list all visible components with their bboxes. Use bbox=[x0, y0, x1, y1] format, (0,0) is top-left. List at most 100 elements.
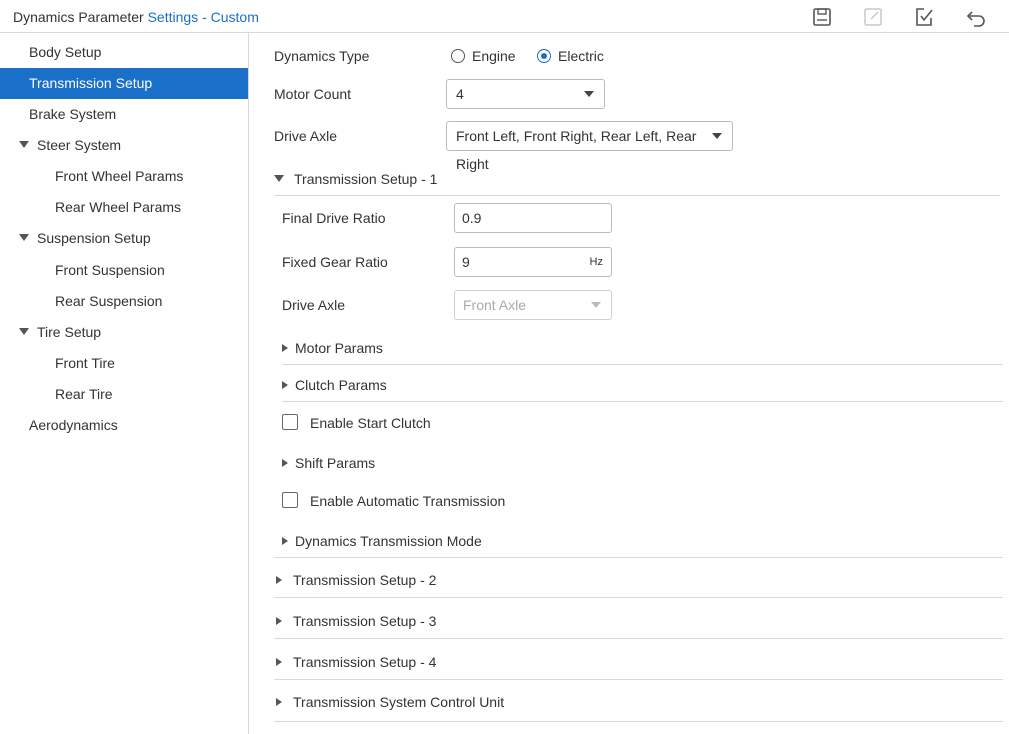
divider bbox=[274, 597, 1003, 598]
fixed-gear-ratio-label: Fixed Gear Ratio bbox=[282, 254, 388, 270]
motor-params-header[interactable]: Motor Params bbox=[282, 340, 383, 356]
dynamics-transmission-mode-header[interactable]: Dynamics Transmission Mode bbox=[282, 533, 482, 549]
transmission-setup-2-header[interactable]: Transmission Setup - 2 bbox=[276, 572, 436, 588]
edit-icon bbox=[864, 8, 882, 26]
chevron-down-icon[interactable] bbox=[274, 174, 284, 182]
sidebar-item-label: Front Wheel Params bbox=[55, 168, 184, 184]
window-title-suffix: Settings - Custom bbox=[147, 9, 259, 25]
electric-radio-label[interactable]: Electric bbox=[558, 48, 604, 64]
chevron-down-icon bbox=[584, 91, 594, 97]
sidebar-item-steer-system[interactable]: Steer System bbox=[0, 130, 248, 161]
sidebar-item-label: Rear Tire bbox=[55, 386, 113, 402]
shift-params-header[interactable]: Shift Params bbox=[282, 455, 375, 471]
chevron-down-icon bbox=[591, 302, 601, 308]
section-title: Transmission Setup - 3 bbox=[293, 613, 437, 629]
drive-axle-label: Drive Axle bbox=[274, 128, 338, 144]
sidebar-item-tire-setup[interactable]: Tire Setup bbox=[0, 317, 248, 348]
section-title: Dynamics Transmission Mode bbox=[295, 533, 482, 549]
unit-label: Hz bbox=[589, 256, 603, 268]
final-drive-ratio-value: 0.9 bbox=[462, 210, 482, 226]
sidebar-item-label: Front Suspension bbox=[55, 262, 165, 278]
section-title: Clutch Params bbox=[295, 377, 387, 393]
chevron-down-icon bbox=[712, 133, 722, 139]
section-title: Motor Params bbox=[295, 340, 383, 356]
sidebar-item-label: Aerodynamics bbox=[29, 417, 118, 433]
sidebar-item-label: Rear Wheel Params bbox=[55, 199, 182, 215]
window-title-prefix: Dynamics Parameter bbox=[13, 9, 144, 25]
fixed-gear-ratio-value: 9 bbox=[462, 254, 470, 270]
sidebar: Body Setup Transmission Setup Brake Syst… bbox=[0, 33, 249, 734]
undo-icon[interactable] bbox=[965, 6, 987, 28]
engine-radio-label[interactable]: Engine bbox=[472, 48, 516, 64]
sidebar-item-label: Body Setup bbox=[29, 44, 102, 60]
sidebar-item-label: Transmission Setup bbox=[29, 75, 153, 91]
setup1-drive-axle-select: Front Axle bbox=[454, 290, 612, 320]
section-title: Transmission Setup - 1 bbox=[294, 171, 438, 187]
sidebar-item-suspension-setup[interactable]: Suspension Setup bbox=[0, 223, 248, 254]
electric-radio[interactable] bbox=[537, 49, 551, 63]
clutch-params-header[interactable]: Clutch Params bbox=[282, 377, 387, 393]
fixed-gear-ratio-input[interactable]: 9 Hz bbox=[454, 247, 612, 277]
chevron-right-icon[interactable] bbox=[276, 658, 282, 667]
chevron-right-icon[interactable] bbox=[282, 537, 288, 546]
sidebar-item-rear-suspension[interactable]: Rear Suspension bbox=[0, 286, 248, 317]
divider bbox=[274, 557, 1003, 558]
sidebar-item-body-setup[interactable]: Body Setup bbox=[0, 37, 248, 68]
transmission-control-unit-header[interactable]: Transmission System Control Unit bbox=[276, 694, 504, 710]
chevron-right-icon[interactable] bbox=[282, 381, 288, 390]
window-title: Dynamics Parameter Settings - Custom bbox=[13, 9, 259, 25]
motor-count-label: Motor Count bbox=[274, 86, 352, 102]
transmission-setup-1-header[interactable]: Transmission Setup - 1 bbox=[274, 171, 437, 187]
sidebar-item-aerodynamics[interactable]: Aerodynamics bbox=[0, 410, 248, 441]
section-title: Shift Params bbox=[295, 455, 376, 471]
sidebar-item-transmission-setup[interactable]: Transmission Setup bbox=[0, 68, 248, 99]
final-drive-ratio-label: Final Drive Ratio bbox=[282, 210, 386, 226]
section-title: Transmission System Control Unit bbox=[293, 694, 505, 710]
chevron-right-icon[interactable] bbox=[276, 576, 282, 585]
dynamics-type-label: Dynamics Type bbox=[274, 48, 370, 64]
divider bbox=[274, 638, 1003, 639]
sidebar-item-rear-tire[interactable]: Rear Tire bbox=[0, 379, 248, 410]
divider bbox=[274, 679, 1003, 680]
check-edit-icon[interactable] bbox=[913, 6, 935, 28]
sidebar-item-front-wheel-params[interactable]: Front Wheel Params bbox=[0, 161, 248, 192]
sidebar-item-front-tire[interactable]: Front Tire bbox=[0, 348, 248, 379]
chevron-right-icon[interactable] bbox=[282, 344, 288, 353]
enable-auto-transmission-checkbox[interactable] bbox=[282, 492, 298, 508]
title-bar: Dynamics Parameter Settings - Custom bbox=[0, 0, 1009, 33]
motor-count-value: 4 bbox=[456, 86, 464, 102]
enable-start-clutch-label[interactable]: Enable Start Clutch bbox=[310, 415, 431, 431]
engine-radio[interactable] bbox=[451, 49, 465, 63]
drive-axle-value: Front Left, Front Right, Rear Left, Rear… bbox=[456, 128, 697, 172]
chevron-right-icon[interactable] bbox=[282, 459, 288, 468]
drive-axle-select[interactable]: Front Left, Front Right, Rear Left, Rear… bbox=[446, 121, 733, 172]
sidebar-item-label: Front Tire bbox=[55, 355, 115, 371]
sidebar-item-label: Brake System bbox=[29, 106, 117, 122]
sidebar-item-label: Steer System bbox=[37, 137, 122, 153]
transmission-setup-3-header[interactable]: Transmission Setup - 3 bbox=[276, 613, 436, 629]
chevron-down-icon[interactable] bbox=[19, 233, 29, 241]
divider bbox=[274, 195, 1000, 196]
divider bbox=[274, 721, 1003, 722]
chevron-right-icon[interactable] bbox=[276, 698, 282, 707]
enable-auto-transmission-label[interactable]: Enable Automatic Transmission bbox=[310, 493, 505, 509]
sidebar-item-label: Suspension Setup bbox=[37, 230, 151, 246]
final-drive-ratio-input[interactable]: 0.9 bbox=[454, 203, 612, 233]
sidebar-item-label: Rear Suspension bbox=[55, 293, 163, 309]
chevron-down-icon[interactable] bbox=[19, 140, 29, 148]
section-title: Transmission Setup - 2 bbox=[293, 572, 437, 588]
motor-count-select[interactable]: 4 bbox=[446, 79, 605, 109]
enable-start-clutch-checkbox[interactable] bbox=[282, 414, 298, 430]
setup1-drive-axle-label: Drive Axle bbox=[282, 297, 346, 313]
setup1-drive-axle-value: Front Axle bbox=[463, 297, 527, 313]
sidebar-item-brake-system[interactable]: Brake System bbox=[0, 99, 248, 130]
transmission-setup-4-header[interactable]: Transmission Setup - 4 bbox=[276, 654, 436, 670]
divider bbox=[282, 364, 1003, 365]
sidebar-item-front-suspension[interactable]: Front Suspension bbox=[0, 255, 248, 286]
save-icon[interactable] bbox=[811, 6, 833, 28]
sidebar-item-rear-wheel-params[interactable]: Rear Wheel Params bbox=[0, 192, 248, 223]
sidebar-item-label: Tire Setup bbox=[37, 324, 102, 340]
chevron-right-icon[interactable] bbox=[276, 617, 282, 626]
chevron-down-icon[interactable] bbox=[19, 327, 29, 335]
section-title: Transmission Setup - 4 bbox=[293, 654, 437, 670]
